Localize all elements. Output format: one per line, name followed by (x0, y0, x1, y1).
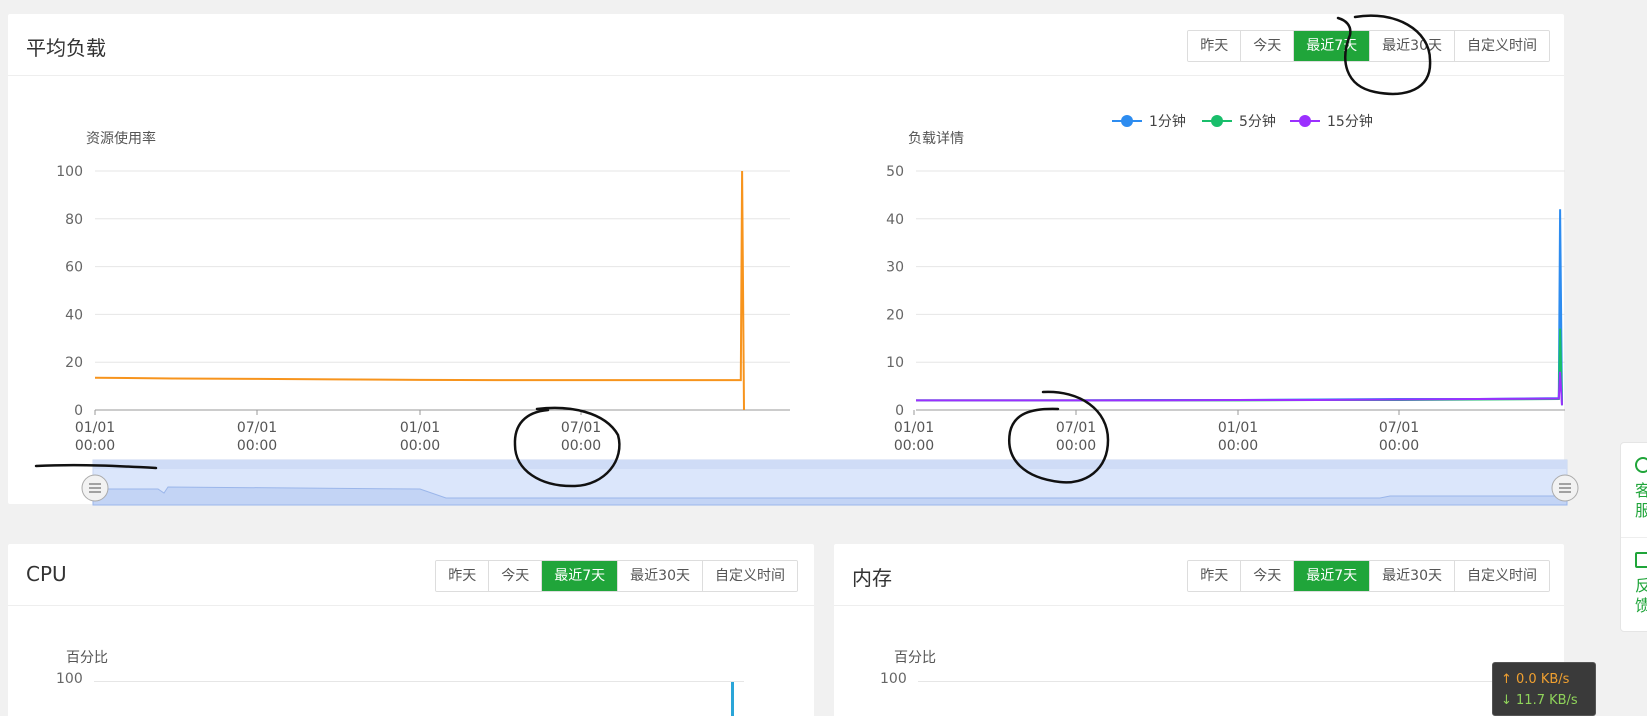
upload-speed: ↑ 0.0 KB/s (1501, 672, 1570, 687)
memory-chart-ytick: 100 (880, 671, 907, 687)
cpu-time-tabs: 昨天 今天 最近7天 最近30天 自定义时间 (435, 560, 798, 592)
tab-last-30-days[interactable]: 最近30天 (618, 561, 703, 591)
tab-custom-time[interactable]: 自定义时间 (1455, 561, 1549, 591)
feedback-label-2: 馈 (1635, 596, 1647, 615)
tab-yesterday[interactable]: 昨天 (436, 561, 490, 591)
tab-custom-time[interactable]: 自定义时间 (703, 561, 797, 591)
memory-time-tabs: 昨天 今天 最近7天 最近30天 自定义时间 (1187, 560, 1550, 592)
load-time-tabs: 昨天 今天 最近7天 最近30天 自定义时间 (1187, 30, 1550, 62)
cpu-chart-gridline (94, 681, 744, 682)
network-speed-overlay: ↑ 0.0 KB/s ↓ 11.7 KB/s (1492, 662, 1596, 716)
edit-icon (1635, 552, 1647, 568)
cpu-chart-ylabel: 百分比 (66, 650, 108, 666)
feedback-button[interactable]: 反 馈 (1621, 538, 1647, 632)
memory-panel-title: 内存 (852, 566, 892, 590)
tab-last-30-days[interactable]: 最近30天 (1370, 561, 1455, 591)
customer-service-button[interactable]: 客 服 (1621, 443, 1647, 537)
load-panel-header: 平均负载 昨天 今天 最近7天 最近30天 自定义时间 (8, 14, 1564, 76)
cpu-chart-ytick: 100 (56, 671, 83, 687)
memory-chart-ylabel: 百分比 (894, 650, 936, 666)
memory-panel: 内存 昨天 今天 最近7天 最近30天 自定义时间 百分比 100 (834, 544, 1564, 716)
tab-custom-time[interactable]: 自定义时间 (1455, 31, 1549, 61)
load-panel-title: 平均负载 (26, 36, 106, 60)
tab-last-7-days[interactable]: 最近7天 (1294, 561, 1371, 591)
feedback-label-1: 反 (1635, 576, 1647, 595)
tab-yesterday[interactable]: 昨天 (1188, 31, 1242, 61)
cpu-usage-spike (731, 682, 734, 716)
download-speed: ↓ 11.7 KB/s (1501, 693, 1578, 708)
tab-last-7-days[interactable]: 最近7天 (1294, 31, 1371, 61)
tab-today[interactable]: 今天 (1241, 31, 1295, 61)
service-label-2: 服 (1635, 501, 1647, 520)
memory-panel-header: 内存 昨天 今天 最近7天 最近30天 自定义时间 (834, 544, 1564, 606)
tab-today[interactable]: 今天 (1241, 561, 1295, 591)
side-support-widget: 客 服 反 馈 (1620, 442, 1647, 632)
service-label-1: 客 (1635, 481, 1647, 500)
memory-chart-gridline (918, 681, 1538, 682)
tab-last-7-days[interactable]: 最近7天 (542, 561, 619, 591)
tab-last-30-days[interactable]: 最近30天 (1370, 31, 1455, 61)
tab-yesterday[interactable]: 昨天 (1188, 561, 1242, 591)
headset-icon (1635, 457, 1647, 473)
tab-today[interactable]: 今天 (489, 561, 543, 591)
load-panel: 平均负载 昨天 今天 最近7天 最近30天 自定义时间 (8, 14, 1564, 504)
cpu-panel-title: CPU (26, 562, 67, 586)
cpu-panel-header: CPU 昨天 今天 最近7天 最近30天 自定义时间 (8, 544, 814, 606)
cpu-panel: CPU 昨天 今天 最近7天 最近30天 自定义时间 百分比 100 (8, 544, 814, 716)
